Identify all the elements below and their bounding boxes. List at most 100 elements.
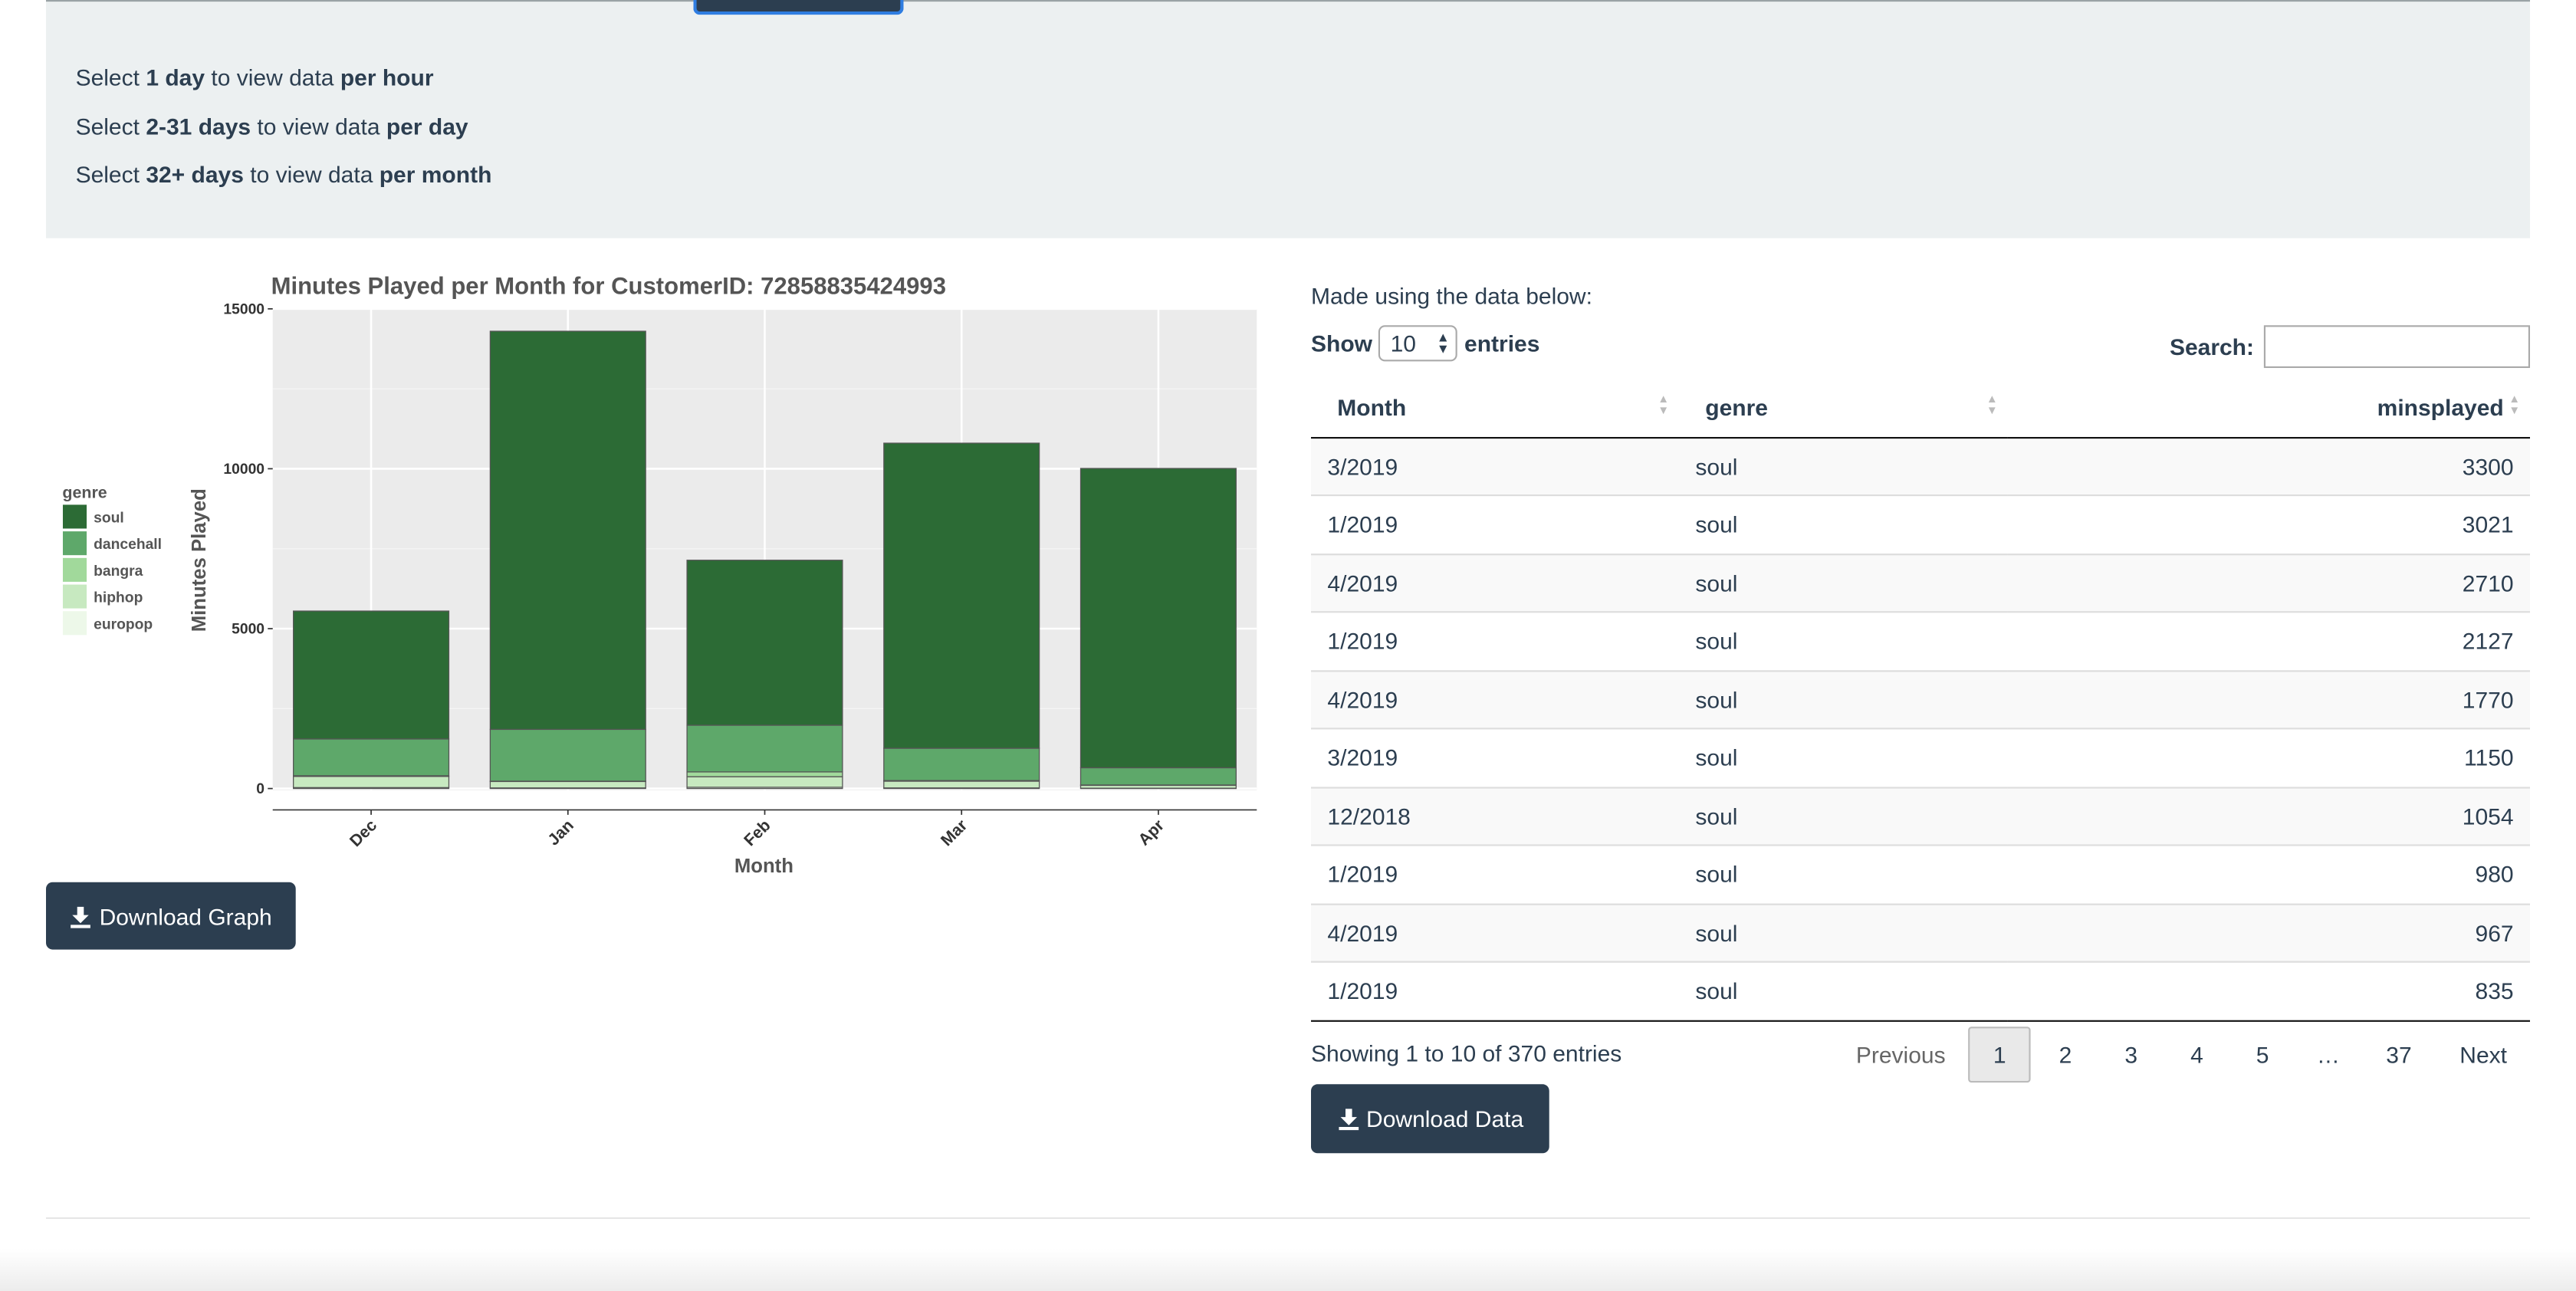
instruction-3: Select 32+ days to view data per month [75,161,492,188]
cell-genre: soul [1679,902,2008,962]
cell-month: 4/2019 [1311,902,1679,962]
bar-segment-hiphop [489,780,646,789]
download-icon [71,905,91,928]
date-range-panel: Select 1 day to view data per hour Selec… [46,0,2530,238]
page-button-2[interactable]: 2 [2032,1027,2098,1082]
sort-icon: ▲ ▼ [1658,394,1670,418]
cell-minsplayed: 835 [2007,961,2530,1021]
table-row: 3/2019 soul 3300 [1311,435,2530,496]
pagination: Previous 1 2 3 4 5 … 37 Next [1833,1027,2530,1083]
table-info: Showing 1 to 10 of 370 entries [1311,1040,1622,1066]
download-icon [1338,1109,1359,1131]
bar-segment-soul [686,560,843,726]
bar-segment-hiphop [686,776,843,788]
page-button-3[interactable]: 3 [2098,1027,2164,1082]
cell-month: 1/2019 [1311,844,1679,904]
bar-segment-dancehall [293,738,450,777]
bar-segment-hiphop [293,776,450,788]
instruction-2: Select 2-31 days to view data per day [75,113,468,140]
chart-svg: Minutes Played per Month for CustomerID:… [61,273,1257,877]
page-button-37[interactable]: 37 [2361,1027,2437,1082]
cell-genre: soul [1679,669,2008,729]
next-button[interactable]: Next [2436,1027,2530,1082]
table-row: 1/2019 soul 980 [1311,844,2530,904]
x-tick-label: Apr [1135,816,1168,849]
cell-month: 4/2019 [1311,669,1679,729]
legend-label-dancehall: dancehall [94,537,162,553]
cell-minsplayed: 1054 [2007,786,2530,846]
previous-button[interactable]: Previous [1833,1027,1969,1082]
cell-minsplayed: 3021 [2007,494,2530,554]
legend-label-bangra: bangra [94,563,143,580]
table-row: 3/2019 soul 1150 [1311,728,2530,787]
cell-minsplayed: 980 [2007,844,2530,904]
y-tick-label: 0 [256,781,264,797]
sort-icon: ▲ ▼ [2509,394,2521,418]
cell-genre: soul [1679,786,2008,846]
cell-month: 3/2019 [1311,435,1679,496]
minutes-chart: Minutes Played per Month for CustomerID:… [46,263,1278,887]
download-data-button[interactable]: Download Data [1311,1084,1549,1154]
download-graph-button[interactable]: Download Graph [46,882,296,950]
download-data-label: Download Data [1366,1105,1524,1132]
cell-genre: soul [1679,494,2008,554]
entries-value: 10 [1390,330,1416,356]
column-header-month[interactable]: Month ▲ ▼ [1311,377,1679,439]
legend-swatch-hiphop [61,583,88,609]
table-row: 4/2019 soul 967 [1311,902,2530,962]
cell-month: 4/2019 [1311,553,1679,613]
bar-segment-soul [883,442,1040,749]
table-search: Search: [2170,325,2530,368]
download-graph-label: Download Graph [99,902,272,929]
cell-month: 3/2019 [1311,728,1679,787]
legend-label-soul: soul [94,510,124,526]
page-button-1[interactable]: 1 [1968,1027,2032,1083]
chart-title: Minutes Played per Month for CustomerID:… [271,273,946,300]
bar-segment-soul [293,610,450,740]
x-tick-label: Mar [937,816,971,849]
page-button-4[interactable]: 4 [2164,1027,2230,1082]
cell-minsplayed: 3300 [2007,435,2530,496]
submit-button-edge[interactable] [693,0,904,15]
table-row: 4/2019 soul 2710 [1311,553,2530,613]
bar-segment-hiphop [883,780,1040,789]
cell-genre: soul [1679,844,2008,904]
cell-genre: soul [1679,553,2008,613]
entries-label: entries [1464,330,1540,356]
legend-label-hiphop: hiphop [94,590,143,606]
table-row: 1/2019 soul 3021 [1311,494,2530,554]
bar-segment-dancehall [489,728,646,782]
cell-minsplayed: 1150 [2007,728,2530,787]
y-tick-label: 10000 [223,462,264,478]
footer [0,1248,2576,1291]
legend-label-europop: europop [94,616,153,632]
cell-month: 1/2019 [1311,961,1679,1021]
legend-title: genre [62,483,107,501]
legend-swatch-europop [61,610,88,636]
search-label: Search: [2169,333,2254,360]
cell-month: 1/2019 [1311,494,1679,554]
column-header-genre[interactable]: genre ▲ ▼ [1679,377,2008,439]
y-tick-label: 5000 [232,621,264,637]
column-header-minsplayed[interactable]: minsplayed ▲ ▼ [2007,377,2530,439]
cell-genre: soul [1679,611,2008,671]
cell-genre: soul [1679,435,2008,496]
x-tick-label: Jan [544,816,577,849]
cell-minsplayed: 967 [2007,902,2530,962]
table-header-row: Month ▲ ▼ genre ▲ ▼ minsplayed ▲ ▼ [1311,377,2530,439]
bar-segment-bangra [686,771,843,777]
table-row: 1/2019 soul 2127 [1311,611,2530,671]
cell-minsplayed: 1770 [2007,669,2530,729]
search-input[interactable] [2263,325,2530,368]
entries-select[interactable]: 10 ▲ ▼ [1378,325,1458,362]
bar-segment-soul [1079,468,1237,769]
table-row: 4/2019 soul 1770 [1311,669,2530,729]
page-button-5[interactable]: 5 [2229,1027,2295,1082]
cell-minsplayed: 2710 [2007,553,2530,613]
x-tick-label: Dec [346,816,380,850]
cell-genre: soul [1679,961,2008,1021]
table-row: 12/2018 soul 1054 [1311,786,2530,846]
legend-swatch-dancehall [61,531,88,557]
y-axis-label: Minutes Played [189,488,210,632]
y-tick-label: 15000 [223,301,264,317]
